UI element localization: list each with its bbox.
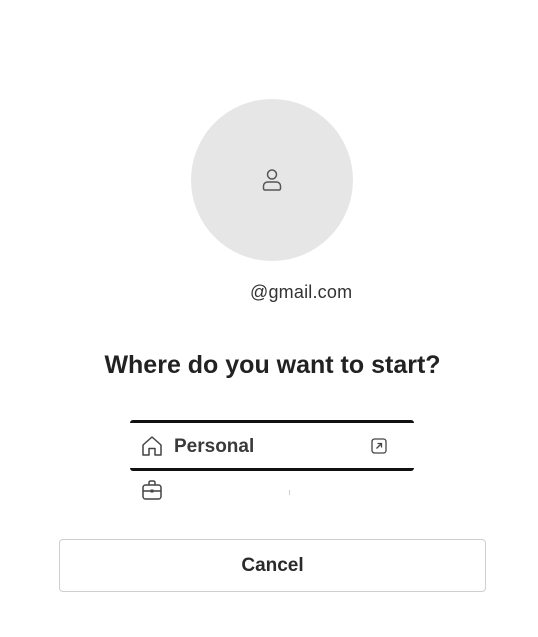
cancel-button[interactable]: Cancel	[59, 539, 486, 592]
person-icon	[262, 169, 282, 191]
home-icon	[142, 436, 162, 456]
open-external-icon	[371, 438, 387, 454]
option-personal-label: Personal	[174, 436, 255, 457]
divider-tick	[289, 490, 290, 495]
option-work[interactable]	[130, 472, 414, 508]
option-personal[interactable]: Personal	[130, 420, 414, 471]
account-email: @gmail.com	[250, 282, 353, 302]
avatar	[191, 99, 353, 261]
briefcase-icon	[142, 480, 162, 500]
page-title: Where do you want to start?	[104, 351, 441, 379]
